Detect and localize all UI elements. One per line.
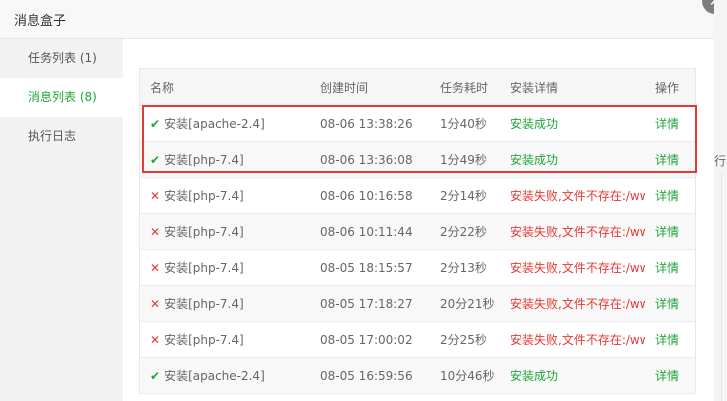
cell-name: ✔ 安装[apache-2.4]: [139, 357, 320, 394]
message-table-container: 名称 创建时间 任务耗时 安装详情 操作 ✔ 安装[apache-2.4] 08-0…: [139, 68, 697, 401]
cell-name: ✕ 安装[php-7.4]: [139, 321, 320, 358]
cell-created: 08-06 10:16:58: [320, 177, 440, 214]
column-header-detail: 安装详情: [510, 68, 655, 106]
table-row: ✕ 安装[php-7.4] 08-06 10:16:58 2分14秒 安装失败,文件不存…: [139, 177, 696, 214]
cell-detail: 安装失败,文件不存在:/www: [510, 249, 655, 286]
background-text: 行: [714, 154, 727, 168]
task-name: 安装[php-7.4]: [164, 333, 244, 347]
detail-link[interactable]: 详情: [655, 333, 679, 347]
detail-link[interactable]: 详情: [655, 117, 679, 131]
cell-name: ✔ 安装[php-7.4]: [139, 141, 320, 178]
cell-name: ✕ 安装[php-7.4]: [139, 213, 320, 250]
message-table: 名称 创建时间 任务耗时 安装详情 操作 ✔ 安装[apache-2.4] 08-0…: [139, 68, 696, 394]
cell-name: ✕ 安装[php-7.4]: [139, 177, 320, 214]
column-header-duration: 任务耗时: [440, 68, 510, 106]
sidebar-item-task-list[interactable]: 任务列表 (1): [0, 39, 123, 78]
cell-duration: 10分46秒: [440, 357, 510, 394]
background-window: 行: [714, 0, 727, 401]
column-header-name: 名称: [139, 68, 320, 106]
cell-action: 详情: [655, 321, 696, 358]
install-status: 安装成功: [510, 117, 559, 131]
cell-action: 详情: [655, 285, 696, 322]
cell-duration: 2分14秒: [440, 177, 510, 214]
cell-action: 详情: [655, 249, 696, 286]
install-status: 安装成功: [510, 369, 559, 383]
cell-created: 08-05 18:15:57: [320, 249, 440, 286]
table-header-row: 名称 创建时间 任务耗时 安装详情 操作: [139, 68, 696, 106]
check-icon: ✔: [150, 369, 161, 383]
table-row: ✕ 安装[php-7.4] 08-05 17:18:27 20分21秒 安装失败,文件不…: [139, 285, 696, 322]
sidebar-item-message-list[interactable]: 消息列表 (8): [0, 78, 123, 117]
task-name: 安装[php-7.4]: [164, 189, 244, 203]
cross-icon: ✕: [150, 189, 161, 203]
cell-created: 08-05 17:18:27: [320, 285, 440, 322]
task-name: 安装[apache-2.4]: [164, 117, 265, 131]
install-status: 安装失败,文件不存在:/www: [510, 225, 645, 239]
cell-action: 详情: [655, 357, 696, 394]
cross-icon: ✕: [150, 333, 161, 347]
cell-created: 08-05 17:00:02: [320, 321, 440, 358]
check-icon: ✔: [150, 153, 161, 167]
cell-action: 详情: [655, 141, 696, 178]
detail-link[interactable]: 详情: [655, 225, 679, 239]
cross-icon: ✕: [150, 297, 161, 311]
install-status: 安装失败,文件不存在:/www: [510, 261, 645, 275]
table-row: ✕ 安装[php-7.4] 08-05 18:15:57 2分13秒 安装失败,文件不存…: [139, 249, 696, 286]
table-row: ✕ 安装[php-7.4] 08-06 10:11:44 2分22秒 安装失败,文件不存…: [139, 213, 696, 250]
cell-duration: 1分40秒: [440, 105, 510, 142]
table-row: ✔ 安装[apache-2.4] 08-05 16:59:56 10分46秒 安装成功详…: [139, 357, 696, 394]
table-row: ✕ 安装[php-7.4] 08-05 17:00:02 2分25秒 安装失败,文件不存…: [139, 321, 696, 358]
detail-link[interactable]: 详情: [655, 261, 679, 275]
cell-detail: 安装成功: [510, 105, 655, 142]
detail-link[interactable]: 详情: [655, 189, 679, 203]
cell-detail: 安装失败,文件不存在:/www: [510, 321, 655, 358]
check-icon: ✔: [150, 117, 161, 131]
task-name: 安装[php-7.4]: [164, 261, 244, 275]
sidebar: 任务列表 (1) 消息列表 (8) 执行日志: [0, 39, 123, 401]
dialog-titlebar: 消息盒子: [0, 0, 714, 39]
cell-duration: 2分22秒: [440, 213, 510, 250]
cell-detail: 安装失败,文件不存在:/www: [510, 177, 655, 214]
cell-created: 08-05 16:59:56: [320, 357, 440, 394]
cell-duration: 2分25秒: [440, 321, 510, 358]
cell-name: ✕ 安装[php-7.4]: [139, 285, 320, 322]
cell-detail: 安装成功: [510, 357, 655, 394]
detail-link[interactable]: 详情: [655, 369, 679, 383]
cell-duration: 20分21秒: [440, 285, 510, 322]
cell-created: 08-06 10:11:44: [320, 213, 440, 250]
cross-icon: ✕: [150, 225, 161, 239]
task-name: 安装[php-7.4]: [164, 297, 244, 311]
install-status: 安装失败,文件不存在:/www: [510, 297, 645, 311]
cell-duration: 1分49秒: [440, 141, 510, 178]
install-status: 安装失败,文件不存在:/www: [510, 189, 645, 203]
detail-link[interactable]: 详情: [655, 297, 679, 311]
background-divider: [721, 172, 722, 401]
table-row: ✔ 安装[php-7.4] 08-06 13:36:08 1分49秒 安装成功 详情: [139, 141, 696, 178]
task-name: 安装[apache-2.4]: [164, 369, 265, 383]
column-header-action: 操作: [655, 68, 696, 106]
cell-action: 详情: [655, 213, 696, 250]
cell-detail: 安装失败,文件不存在:/www: [510, 213, 655, 250]
install-status: 安装成功: [510, 153, 559, 167]
table-row: ✔ 安装[apache-2.4] 08-06 13:38:26 1分40秒 安装成功 详情: [139, 105, 696, 142]
cell-detail: 安装成功: [510, 141, 655, 178]
cell-detail: 安装失败,文件不存在:/www: [510, 285, 655, 322]
column-header-created: 创建时间: [320, 68, 440, 106]
sidebar-item-execution-log[interactable]: 执行日志: [0, 117, 123, 156]
cell-created: 08-06 13:38:26: [320, 105, 440, 142]
cell-name: ✕ 安装[php-7.4]: [139, 249, 320, 286]
task-name: 安装[php-7.4]: [164, 153, 244, 167]
cell-name: ✔ 安装[apache-2.4]: [139, 105, 320, 142]
cell-action: 详情: [655, 177, 696, 214]
install-status: 安装失败,文件不存在:/www: [510, 333, 645, 347]
detail-link[interactable]: 详情: [655, 153, 679, 167]
cell-duration: 2分13秒: [440, 249, 510, 286]
cross-icon: ✕: [150, 261, 161, 275]
cell-created: 08-06 13:36:08: [320, 141, 440, 178]
task-name: 安装[php-7.4]: [164, 225, 244, 239]
dialog-title: 消息盒子: [14, 14, 67, 29]
cell-action: 详情: [655, 105, 696, 142]
